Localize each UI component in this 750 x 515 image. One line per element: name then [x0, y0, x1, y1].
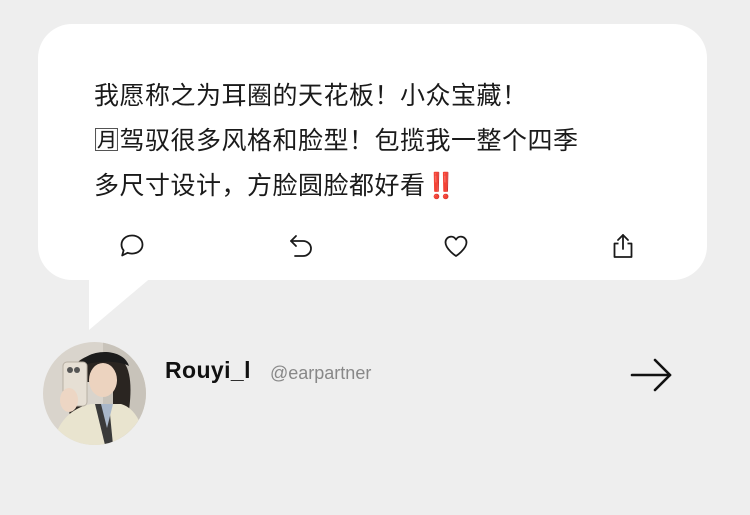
next-button[interactable]: [628, 355, 676, 395]
share-icon: [613, 234, 633, 258]
reply-button[interactable]: [284, 229, 318, 263]
post-text-line: 🈷驾驭很多风格和脸型！包揽我一整个四季: [94, 126, 579, 155]
share-button[interactable]: [606, 229, 640, 263]
avatar[interactable]: [43, 342, 146, 445]
arrow-right-icon: [630, 358, 672, 392]
heart-icon: [444, 235, 468, 257]
user-handle: @earpartner: [270, 363, 372, 383]
post-text: 我愿称之为耳圈的天花板！小众宝藏！ 🈷驾驭很多风格和脸型！包揽我一整个四季 多尺…: [94, 73, 694, 208]
comment-button[interactable]: [115, 229, 149, 263]
post-text-line: 我愿称之为耳圈的天花板！小众宝藏！: [94, 81, 528, 110]
like-button[interactable]: [439, 229, 473, 263]
username[interactable]: Rouyi_l: [165, 357, 251, 384]
comment-icon: [120, 234, 144, 257]
post-text-line: 多尺寸设计，方脸圆脸都好看‼️: [94, 171, 458, 200]
reply-icon: [290, 235, 312, 257]
avatar-photo: [43, 342, 146, 445]
